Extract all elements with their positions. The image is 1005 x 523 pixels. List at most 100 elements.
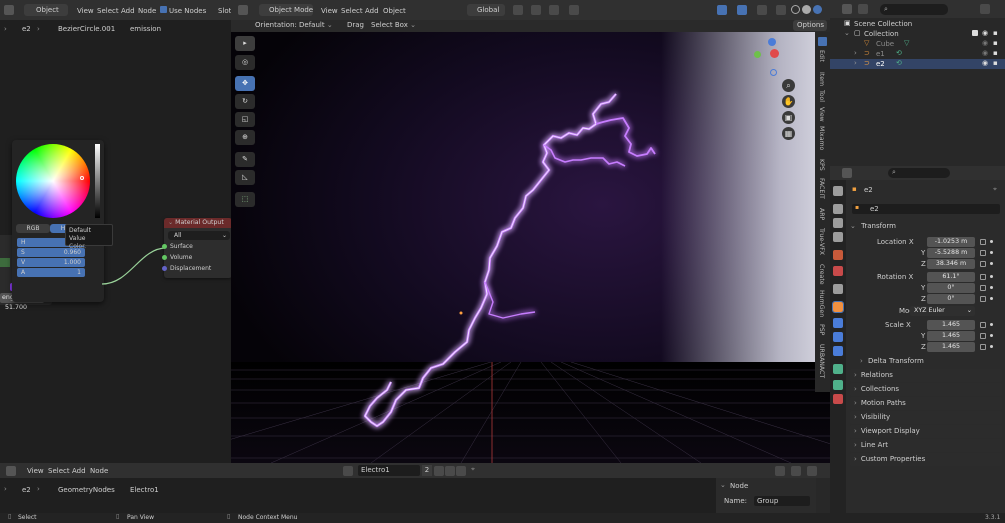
object-tab-icon[interactable] [832,301,844,313]
outliner-row-e1[interactable]: › ⊃ e1 ⟲ ◉ ▪ [830,49,1005,59]
color-wheel[interactable] [16,144,90,218]
viewport-canvas[interactable]: ▸ ◎ ✥ ↻ ◱ ⊕ ✎ ◺ ⬚ ⌕ ✋ ▣ ▦ Edit Item Tool… [231,32,830,463]
menu-add[interactable]: Add [365,7,379,15]
user-count[interactable]: 2 [422,465,432,476]
pan-view-icon[interactable]: ✋ [782,95,795,108]
scale-z-field[interactable]: 1.465 [927,342,975,352]
menu-view[interactable]: View [27,467,44,475]
node-tree-icon[interactable] [343,466,353,476]
sidebar-tab-create[interactable]: Create [818,264,825,285]
move-tool-icon[interactable]: ✥ [235,76,255,91]
keyframe-dot-icon[interactable] [990,286,993,289]
editor-type-icon[interactable] [238,5,248,15]
value-slider[interactable] [95,144,100,218]
navigation-gizmo[interactable] [751,38,787,78]
node-canvas-top[interactable]: › e2 › BezierCircle.001 › emission ength… [0,20,232,463]
surface-socket[interactable] [162,244,167,249]
location-y-field[interactable]: -5.5288 m [927,248,975,258]
section-visibility[interactable]: › Visibility [850,411,1002,424]
overlay-icon[interactable] [791,466,801,476]
sidebar-tab-urbanact[interactable]: URBANACT [818,344,825,378]
lock-icon[interactable] [980,333,986,339]
node-name-field[interactable]: Group [754,496,810,506]
scale-x-field[interactable]: 1.465 [927,320,975,330]
menu-add[interactable]: Add [121,7,135,15]
gizmo-icon[interactable] [737,5,747,15]
editor-type-icon[interactable] [6,466,16,476]
expand-chevron-icon[interactable]: ⌄ [844,29,850,37]
location-z-field[interactable]: 38.346 m [927,259,975,269]
lock-icon[interactable] [980,250,986,256]
lock-icon[interactable] [980,285,986,291]
value-field[interactable]: V 1.000 [17,258,85,267]
collapse-chevron-icon[interactable]: ⌄ [720,481,726,489]
section-relations[interactable]: › Relations [850,369,1002,382]
location-x-field[interactable]: -1.0253 m [927,237,975,247]
gizmo-y-axis-icon[interactable] [754,51,761,58]
sidebar-collapse-icon[interactable] [818,37,827,46]
shading-solid-icon[interactable] [802,5,811,14]
node-tree-field[interactable]: Electro1 [358,465,420,476]
camera-icon[interactable]: ▪ [993,29,998,37]
tool-tab-icon[interactable] [833,186,843,196]
lock-icon[interactable] [980,344,986,350]
menu-object[interactable]: Object [383,7,406,15]
sidebar-tab-humgen[interactable]: HumGen [818,290,825,317]
gizmo-neg-axis-icon[interactable] [770,69,777,76]
outliner-row-e2[interactable]: › ⊃ e2 ⟲ ◉ ▪ [830,59,1005,69]
geometry-node-canvas[interactable]: › e2 › GeometryNodes › Electro1 ⌄ Node N… [0,478,830,513]
shading-material-icon[interactable] [813,5,822,14]
properties-search-input[interactable]: ⌕ [888,168,950,178]
collapse-chevron-icon[interactable]: ⌄ [168,219,173,226]
data-tab-icon[interactable] [833,380,843,390]
keyframe-dot-icon[interactable] [990,240,993,243]
sidebar-tab-tool[interactable]: Tool [818,90,825,102]
modifier-tab-icon[interactable] [833,318,843,328]
snap-icon[interactable] [531,5,541,15]
rotation-y-field[interactable]: 0° [927,283,975,293]
sidebar-toggle-icon[interactable] [807,466,817,476]
delta-transform-subpanel[interactable]: › Delta Transform [860,356,1000,367]
output-tab-icon[interactable] [833,218,843,228]
physics-tab-icon[interactable] [833,346,843,356]
visibility-icon[interactable] [717,5,727,15]
rotation-mode-dropdown[interactable]: XYZ Euler ⌄ [910,306,975,316]
measure-tool-icon[interactable]: ◺ [235,170,255,185]
filter-icon[interactable] [980,4,990,14]
sidebar-tab-true-vfx[interactable]: True-VFX [818,228,825,255]
section-line-art[interactable]: › Line Art [850,439,1002,452]
pin-icon[interactable]: ⌖ [993,185,997,194]
constraints-tab-icon[interactable] [833,364,843,374]
scale-y-field[interactable]: 1.465 [927,331,975,341]
add-cube-tool-icon[interactable]: ⬚ [235,192,255,207]
outliner-search-input[interactable]: ⌕ [880,4,948,15]
world-tab-icon[interactable] [833,266,843,276]
view-layer-tab-icon[interactable] [833,232,843,242]
sidebar-tab-arp[interactable]: ARP [818,208,825,220]
object-name-field[interactable]: ▪ e2 [852,204,1000,214]
eye-icon[interactable]: ◉ [982,29,988,37]
sidebar-tab-view[interactable]: View [818,107,825,122]
keyframe-dot-icon[interactable] [990,251,993,254]
menu-view[interactable]: View [77,7,94,15]
cursor-tool-icon[interactable]: ◎ [235,55,255,70]
particles-tab-icon[interactable] [833,332,843,342]
color-picker-popup[interactable]: RGB HSV H S 0.960 V 1.000 A 1 [12,140,104,302]
sidebar-tab-faceit[interactable]: FACEIT [818,178,825,199]
menu-view[interactable]: View [321,7,338,15]
eye-icon[interactable]: ◉ [982,39,988,47]
outliner-row-scene-collection[interactable]: ▣ Scene Collection [830,19,1005,29]
object-mode-dropdown[interactable]: Object Mode [259,4,313,16]
sidebar-tab-psp[interactable]: PSP [818,324,825,335]
exclude-checkbox[interactable] [972,30,978,36]
gizmo-x-axis-icon[interactable] [770,49,779,58]
volume-socket[interactable] [162,255,167,260]
xray-icon[interactable] [776,5,786,15]
lock-icon[interactable] [980,261,986,267]
orientation-row-dropdown[interactable]: Default ⌄ [299,21,339,29]
editor-type-icon[interactable] [842,4,852,14]
drag-dropdown[interactable]: Select Box ⌄ [371,21,421,29]
section-motion-paths[interactable]: › Motion Paths [850,397,1002,410]
material-output-node[interactable]: ⌄ Material Output All ⌄ Surface Volume D… [162,218,232,278]
collection-tab-icon[interactable] [833,284,843,294]
